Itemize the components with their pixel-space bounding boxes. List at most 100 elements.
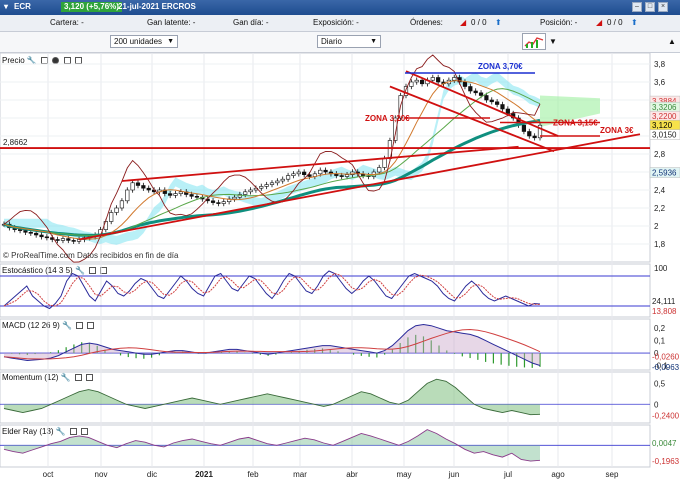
candle-body [291,173,296,176]
y-tick-label: 2,2 [654,204,666,213]
x-tick-label: jul [503,470,512,479]
macd-value-label: -0,0260 [652,352,680,361]
indicators [0,270,650,462]
candle-body [505,108,510,114]
stoch-label: 24,111 [652,297,676,306]
stoch-label: 100 [654,264,668,273]
x-tick-label: may [396,470,411,479]
candle-body [264,184,269,187]
stoch-label: 13,808 [652,307,677,316]
momentum-tick-label: 0 [654,400,659,409]
cloud-area [4,72,540,245]
lagging-line [3,54,541,263]
candle-body [259,186,264,189]
candle-body [473,90,478,94]
x-tick-label: ago [551,470,565,479]
candle-body [71,240,76,242]
lower-trend-line [78,133,641,241]
candle-body [419,79,425,85]
candle-body [189,194,194,197]
x-tick-label: dic [147,470,157,479]
candle-body [452,77,457,81]
candle-body [484,95,489,101]
moving-averages [3,54,541,263]
chart-canvas[interactable]: 2,8662 ZONA 3,70€ ZONA 3,20€ ZONA 3,15€ZONA… [0,0,680,481]
candle-body [275,180,280,184]
candle-body [210,200,216,203]
price-panel-frame [0,52,651,263]
candle-body [66,238,71,241]
candle-body [500,104,505,110]
elder-value-label: -0,1963 [652,457,680,466]
candle-body [243,191,248,195]
zone-label: ZONA 3€ [600,126,634,135]
candle-body [269,182,275,185]
candle-body [109,212,114,222]
momentum-tick-label: 0,5 [654,379,666,388]
candle-body [280,178,285,182]
elder-panel-frame [0,424,651,468]
price-label-text: 3,120 [652,121,673,130]
macd-value-label: -0,0963 [652,363,680,372]
x-tick-label: abr [346,470,358,479]
price-label-text: 3,2200 [652,112,677,121]
candle-body [344,174,350,177]
candle-body [141,185,146,189]
macd-tick-label: 0,1 [654,337,666,346]
candle-body [382,158,387,168]
candle-body [414,79,419,83]
y-tick-label: 3,8 [654,60,666,69]
candle-body [468,86,473,92]
y-tick-label: 3,6 [654,78,666,87]
candle-body [17,229,23,231]
x-tick-label: 2021 [195,470,213,479]
candle-body [216,202,221,204]
candle-body [248,189,253,193]
candle-body [55,239,60,241]
x-tick-label: sep [606,470,619,479]
x-tick-label: nov [95,470,108,479]
candle-body [173,193,178,196]
candle-body [296,171,301,175]
y-tick-label: 2,8 [654,150,666,159]
candle-body [194,196,200,198]
price-label-text: 3,0150 [652,131,677,140]
candle-body [146,187,151,191]
candle-body [232,196,237,200]
x-tick-label: mar [293,470,307,479]
candle-body [285,175,291,180]
x-tick-label: feb [247,470,259,479]
candle-body [34,232,39,236]
candle-body [60,238,66,241]
left-level-label: 2,8662 [3,138,28,147]
y-tick-label: 2 [654,222,659,231]
macd-tick-label: 0,2 [654,324,666,333]
candle-body [135,182,141,186]
ma-short-line [3,80,541,240]
candle-body [462,81,468,87]
price-label-text: 2,5936 [652,169,677,178]
candle-body [178,191,183,194]
candle-body [436,77,441,83]
candle-body [318,169,323,175]
candle-body [302,171,307,176]
zone-label: ZONA 3,15€ [553,119,598,128]
candle-body [521,124,527,132]
candle-body [168,193,173,196]
ma-mid-line [3,88,541,236]
candle-body [114,207,119,213]
x-tick-label: jun [448,470,460,479]
stoch-panel-frame [0,263,651,318]
price-label-text: 3,3206 [652,103,677,112]
candle-body [339,175,344,177]
x-tick-label: oct [43,470,54,479]
elder-value-label: 0,0047 [652,439,677,448]
ma-long-line [3,118,541,237]
candle-body [130,182,135,191]
candle-body [527,131,532,137]
zone-label: ZONA 3,70€ [478,62,523,71]
momentum-value-label: -0,2400 [652,411,680,420]
candle-body [119,200,125,209]
candle-body [125,189,130,202]
candle-body [23,230,28,233]
